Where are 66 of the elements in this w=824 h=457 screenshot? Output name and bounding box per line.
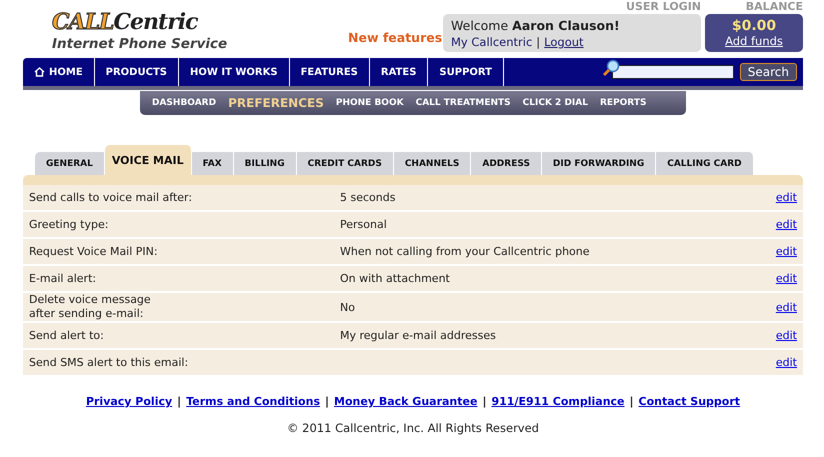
subnav-item[interactable]: DASHBOARD xyxy=(146,98,222,108)
setting-value: When not calling from your Callcentric phone xyxy=(340,245,590,258)
separator: | xyxy=(482,395,486,408)
nav-item[interactable]: SUPPORT xyxy=(428,58,504,86)
nav-item[interactable]: FEATURES xyxy=(290,58,370,86)
section-heading: BALANCE xyxy=(744,0,803,14)
separator: | xyxy=(630,395,634,408)
tab[interactable]: FAX xyxy=(192,152,234,175)
account-link[interactable]: Logout xyxy=(544,35,584,49)
home-icon xyxy=(34,67,45,77)
setting-label: Request Voice Mail PIN: xyxy=(28,244,159,258)
new-features-link[interactable]: New features xyxy=(348,30,442,45)
setting-label: E-mail alert: xyxy=(28,272,98,286)
subnav-item[interactable]: PREFERENCES xyxy=(222,96,330,110)
setting-label: Send alert to: xyxy=(28,328,105,342)
edit-link[interactable]: edit xyxy=(776,218,803,231)
setting-value: No xyxy=(340,300,355,314)
separator: | xyxy=(536,35,540,49)
edit-link[interactable]: edit xyxy=(776,300,803,314)
section-heading: USER LOGIN xyxy=(625,0,701,14)
edit-link[interactable]: edit xyxy=(776,245,803,258)
subnav-item[interactable]: REPORTS xyxy=(594,98,652,108)
edit-link[interactable]: edit xyxy=(776,329,803,342)
setting-label: Greeting type: xyxy=(28,218,110,232)
search-button[interactable]: Search xyxy=(740,63,797,81)
setting-label: Send calls to voice mail after: xyxy=(28,190,194,204)
copyright: © 2011 Callcentric, Inc. All Rights Reserved xyxy=(286,421,540,435)
tagline: Internet Phone Service xyxy=(52,36,228,52)
setting-value: On with attachment xyxy=(340,272,450,285)
balance-amount: $0.00 xyxy=(732,18,776,34)
subnav-item[interactable]: CALL TREATMENTS xyxy=(410,98,517,108)
edit-link[interactable]: edit xyxy=(776,272,803,285)
add-funds-link[interactable]: Add funds xyxy=(725,34,783,48)
footer-link[interactable]: Money Back Guarantee xyxy=(334,395,478,408)
tab[interactable]: GENERAL xyxy=(35,152,105,175)
setting-label: Delete voice message after sending e-mail: xyxy=(28,293,152,321)
tab[interactable]: DID FORWARDING xyxy=(542,152,656,175)
tab[interactable]: CHANNELS xyxy=(394,152,472,175)
edit-link[interactable]: edit xyxy=(776,191,803,204)
tab[interactable]: VOICE MAIL xyxy=(104,145,192,175)
footer-link[interactable]: Contact Support xyxy=(638,395,740,408)
subnav-item[interactable]: PHONE BOOK xyxy=(330,98,410,108)
logo[interactable]: CALLCentric xyxy=(52,10,312,34)
search-field[interactable] xyxy=(612,65,734,79)
separator: | xyxy=(177,395,182,408)
nav-item[interactable]: RATES xyxy=(370,58,428,86)
setting-value: Personal xyxy=(340,218,387,231)
tab[interactable]: BILLING xyxy=(234,152,297,175)
footer-link[interactable]: Terms and Conditions xyxy=(186,395,320,408)
welcome-text: Welcome Aaron Clauson! xyxy=(451,18,621,33)
account-link[interactable]: My Callcentric xyxy=(451,35,532,49)
footer-link[interactable]: 911/E911 Compliance xyxy=(491,395,625,408)
nav-item[interactable]: HOME xyxy=(23,58,95,86)
search-icon xyxy=(602,59,620,77)
setting-value: 5 seconds xyxy=(340,191,396,204)
setting-value: My regular e-mail addresses xyxy=(340,329,496,342)
tab[interactable]: CREDIT CARDS xyxy=(296,152,394,175)
setting-label: Send SMS alert to this email: xyxy=(28,356,190,370)
edit-link[interactable]: edit xyxy=(776,356,803,369)
tab[interactable]: CALLING CARD xyxy=(656,152,754,175)
subnav-item[interactable]: CLICK 2 DIAL xyxy=(516,98,594,108)
nav-item[interactable]: PRODUCTS xyxy=(94,58,179,86)
separator: | xyxy=(325,395,330,408)
footer-link[interactable]: Privacy Policy xyxy=(86,395,172,408)
nav-item[interactable]: HOW IT WORKS xyxy=(178,58,290,86)
tab[interactable]: ADDRESS xyxy=(471,152,542,175)
